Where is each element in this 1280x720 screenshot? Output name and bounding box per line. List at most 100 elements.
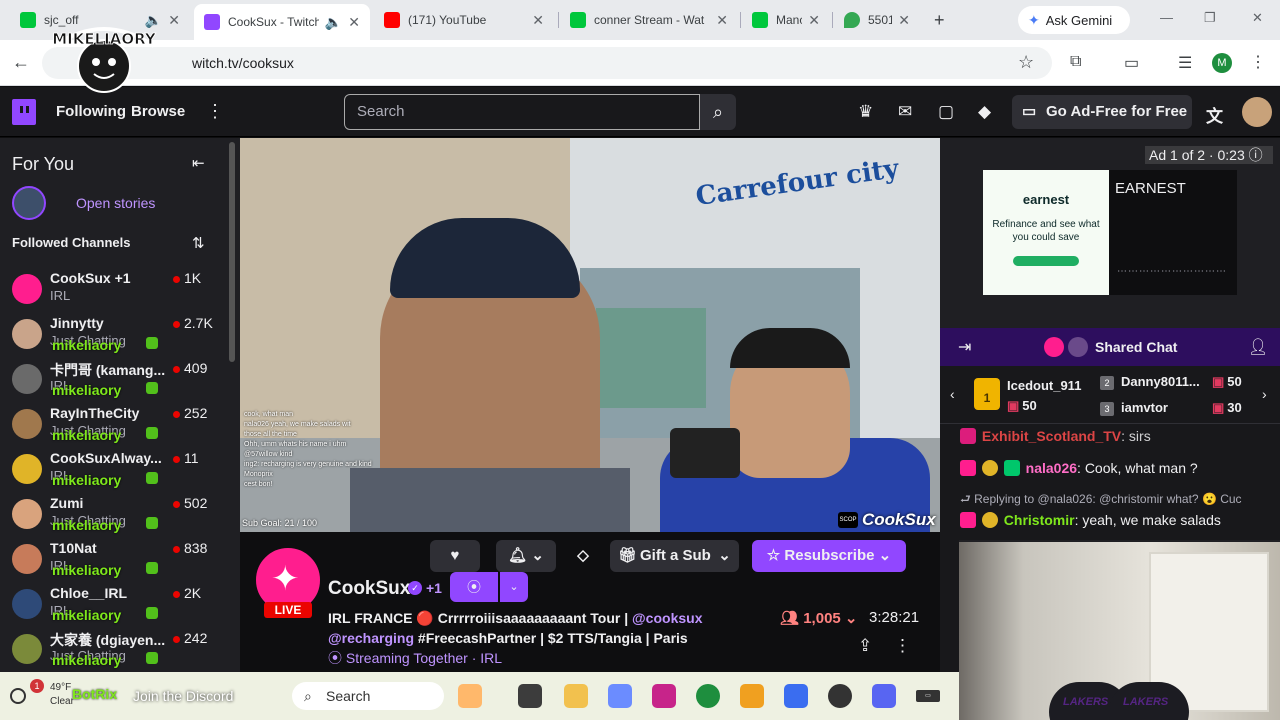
extensions-icon[interactable]: ⧉ [1070,53,1081,71]
gift-a-sub-button[interactable]: 🎁︎ Gift a Sub ⌄ [610,540,739,572]
chrome-icon[interactable] [696,684,720,708]
sidebar-channel-item[interactable]: CookSuxAlway... IRL 11 mikeliaory [0,450,230,495]
ask-gemini-button[interactable]: ✦ Ask Gemini [1018,6,1130,34]
sidebar-channel-item[interactable]: RayInTheCity Just Chatting 252 mikeliaory [0,405,230,450]
profile-avatar[interactable]: M [1212,53,1232,73]
bits-icon[interactable]: ◇ [570,540,596,572]
pink-app-icon[interactable] [652,684,676,708]
chevron-right-icon[interactable]: › [1262,386,1267,402]
collapse-chat-icon[interactable]: ⇥ [958,337,971,357]
user-avatar[interactable] [1242,97,1272,127]
follow-heart-button[interactable]: ♥ [430,540,480,572]
copilot-icon[interactable] [608,684,632,708]
video-player[interactable]: Carrefour city cook, what man nala026 yea… [240,138,940,532]
sidebar-channel-item[interactable]: 大家養 (dgiayen... Just Chatting 242 mikeliaor… [0,630,230,672]
new-tab-button[interactable]: + [934,10,945,31]
tab-cooksux[interactable]: CookSux - Twitch 🔈 ✕ [194,4,370,40]
sidebar-channel-item[interactable]: T10Nat IRL 838 mikeliaory [0,540,230,585]
url-field[interactable]: witch.tv/cooksux [42,47,1052,79]
more-options-icon[interactable]: ⋮ [894,636,911,656]
sun-app-icon[interactable] [740,684,764,708]
video-chat-overlay-line: those all the time [244,431,297,438]
media-controls-icon[interactable]: ☰ [1178,53,1192,73]
sidebar-channel-item[interactable]: Chloe__IRL IRL 2K mikeliaory [0,585,230,630]
blue-app-icon[interactable] [784,684,808,708]
taskbar-search[interactable]: ⌕ Search [292,682,444,710]
obs-icon[interactable] [828,684,852,708]
collab-count[interactable]: +1 [426,580,442,596]
crown-icon[interactable]: ♛ [858,102,873,122]
tab-maps[interactable]: 5501 ✕ [834,6,920,34]
inbox-icon[interactable]: ✉ [898,102,912,122]
task-view-icon[interactable] [518,684,542,708]
close-icon[interactable]: ✕ [532,12,544,29]
notifications-bell-button[interactable]: 🔔︎ ⌄ [496,540,556,572]
fish-app-icon[interactable] [458,684,482,708]
close-icon[interactable]: ✕ [898,12,910,29]
window-close-icon[interactable]: ✕ [1252,10,1263,26]
ad-cta-button[interactable] [1013,256,1079,266]
twitch-logo-icon[interactable] [12,99,36,125]
sidebar-channel-item[interactable]: Zumi Just Chatting 502 mikeliaory [0,495,230,540]
leaderboard-count: ▣ 50 [1007,398,1037,414]
chevron-down-icon[interactable]: ⌄ [500,572,528,602]
system-clock-icon[interactable]: ▭ [916,690,940,702]
back-arrow-icon[interactable]: ← [12,52,30,73]
whispers-icon[interactable]: ▢ [938,102,954,122]
emote-badge-icon [981,460,998,476]
sidebar-channel-item[interactable]: CookSux +1 IRL 1K [0,270,230,315]
bot-overlay-name: mikeliaory [52,427,122,443]
open-stories-link[interactable]: Open stories [76,195,155,211]
cast-icon[interactable]: ▭ [1124,53,1139,73]
sidebar-scrollbar[interactable] [229,142,235,362]
share-icon[interactable]: ⇪ [858,636,872,656]
stories-avatar[interactable] [12,186,46,220]
more-menu-icon[interactable]: ⋮ [206,101,224,122]
community-users-icon[interactable]: 👤︎ [1248,337,1268,357]
discord-icon[interactable] [872,684,896,708]
sidebar-channel-item[interactable]: 卡門哥 (kamang... IRL 409 mikeliaory [0,360,230,405]
minimize-icon[interactable]: — [1160,10,1173,25]
channel-avatar [12,634,42,664]
close-icon[interactable]: ✕ [808,12,820,29]
ad-creative[interactable]: earnest Refinance and see what you could… [983,170,1109,295]
kebab-menu-icon[interactable]: ⋮ [1250,52,1266,72]
mention-recharging[interactable]: @recharging [328,630,414,646]
collapse-sidebar-icon[interactable]: ⇤ [192,154,205,172]
channel-name[interactable]: CookSux [328,578,410,600]
streaming-together-button[interactable]: ⦿ [450,572,498,602]
viewer-count[interactable]: 👥︎ 1,005 ⌄ [780,609,858,627]
chevron-left-icon[interactable]: ‹ [950,386,955,402]
mention-cooksux[interactable]: @cooksux [632,610,702,626]
sort-icon[interactable]: ⇅ [192,234,205,252]
tab-manc[interactable]: Manc ✕ [742,6,830,34]
tab-youtube[interactable]: (171) YouTube ✕ [374,6,554,34]
go-ad-free-button[interactable]: ▭ Go Ad-Free for Free [1012,95,1192,129]
search-input[interactable]: Search [344,94,700,130]
ad-video[interactable]: EARNEST ⋯⋯⋯⋯⋯⋯⋯⋯⋯⋯ [1109,170,1237,295]
bits-gem-icon[interactable]: ◆ [978,102,991,122]
bot-overlay-name: mikeliaory [52,382,122,398]
chat-username[interactable]: Christomir [1004,512,1075,528]
leaderboard-name[interactable]: Icedout_911 [1007,378,1081,393]
translate-icon[interactable]: 文 [1206,102,1223,127]
live-dot-icon [173,276,180,283]
group-icon: ⦿ [328,650,346,666]
restore-icon[interactable]: ❐ [1204,10,1216,26]
leaderboard-name[interactable]: iamvtor [1121,400,1168,415]
search-icon[interactable]: ⌕ [700,94,736,130]
close-icon[interactable]: ✕ [348,14,360,31]
sidebar-channel-item[interactable]: Jinnytty Just Chatting 2.7K mikeliaory [0,315,230,360]
resubscribe-button[interactable]: ☆ Resubscribe ⌄ [752,540,906,572]
weather-icon[interactable] [10,688,26,704]
chat-username[interactable]: nala026 [1026,460,1077,476]
streaming-together-link[interactable]: ⦿ Streaming Together · IRL [328,648,502,668]
leaderboard-name[interactable]: Danny8011... [1121,374,1200,389]
channel-info-bar: ♥ 🔔︎ ⌄ ◇ 🎁︎ Gift a Sub ⌄ ☆ Resubscribe ⌄… [240,532,940,672]
chat-username[interactable]: Exhibit_Scotland_TV [982,428,1121,444]
tab-conner[interactable]: conner Stream - Wat ✕ [560,6,738,34]
close-icon[interactable]: ✕ [716,12,728,29]
reply-context[interactable]: ⮐ Replying to @nala026: @christomir what… [960,490,1242,511]
bookmark-star-icon[interactable]: ☆ [1018,52,1034,73]
file-explorer-icon[interactable] [564,684,588,708]
